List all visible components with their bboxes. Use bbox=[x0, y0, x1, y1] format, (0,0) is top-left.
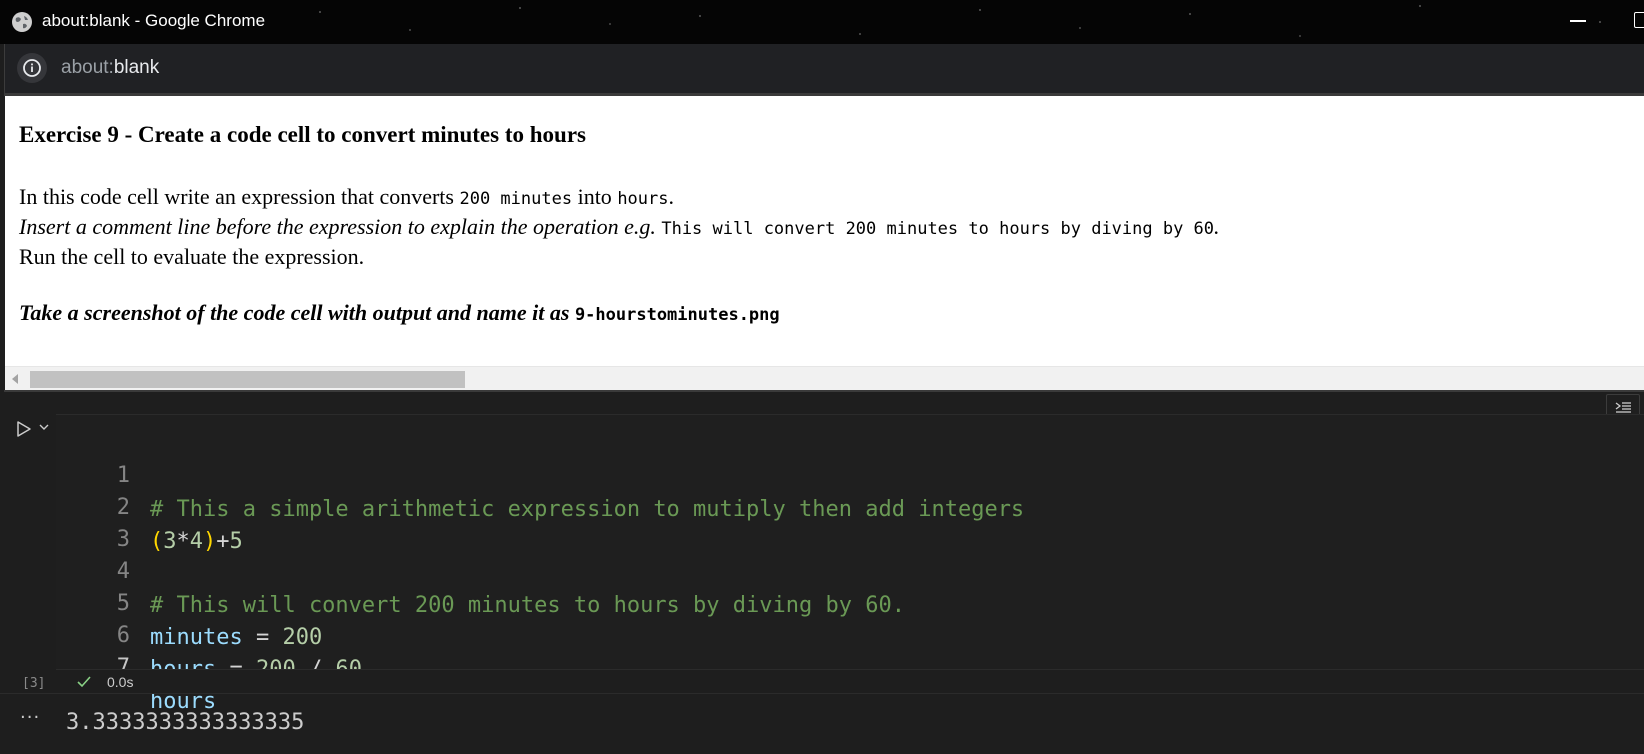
maximize-button[interactable] bbox=[1634, 12, 1644, 28]
url-scheme: about: bbox=[61, 57, 114, 78]
chevron-down-icon[interactable] bbox=[38, 422, 50, 432]
site-info-button[interactable] bbox=[17, 53, 47, 83]
notebook-cell: 1 # This a simple arithmetic expression … bbox=[0, 392, 1644, 754]
code-line: 1 # This a simple arithmetic expression … bbox=[56, 425, 1644, 522]
instruction-text: In this code cell write an expression th… bbox=[19, 184, 460, 209]
url-text[interactable]: about:blank bbox=[61, 57, 159, 79]
globe-icon bbox=[12, 12, 32, 32]
exercise-title: Exercise 9 - Create a code cell to conve… bbox=[19, 122, 586, 147]
cell-status-bar: 0.0s bbox=[56, 669, 1644, 694]
execution-time: 0.0s bbox=[107, 674, 134, 690]
code-line: 6 hours = 200 / 60 bbox=[56, 585, 1644, 682]
code-editor[interactable]: 1 # This a simple arithmetic expression … bbox=[56, 414, 1644, 714]
info-icon bbox=[23, 59, 41, 77]
code-line: 3 bbox=[56, 489, 1644, 552]
instruction-line-1: In this code cell write an expression th… bbox=[19, 184, 674, 210]
instruction-text: into bbox=[572, 184, 618, 209]
instruction-line-3: Run the cell to evaluate the expression. bbox=[19, 244, 365, 269]
inline-code: hours bbox=[617, 189, 669, 209]
execution-count: [3] bbox=[22, 676, 46, 691]
code-line: 4 # This will convert 200 minutes to hou… bbox=[56, 521, 1644, 618]
url-host: blank bbox=[113, 57, 160, 78]
window-titlebar: about:blank - Google Chrome bbox=[0, 0, 1644, 44]
instruction-text: . bbox=[1214, 214, 1220, 239]
cell-output: 3.3333333333333335 bbox=[66, 710, 305, 735]
horizontal-scrollbar[interactable] bbox=[5, 366, 1644, 391]
output-menu-button[interactable]: ... bbox=[20, 702, 40, 723]
code-line: 2 (3*4)+5 bbox=[56, 457, 1644, 554]
check-icon bbox=[77, 676, 91, 688]
run-cell-icon[interactable] bbox=[16, 420, 32, 438]
page-content: Exercise 9 - Create a code cell to conve… bbox=[5, 96, 1644, 366]
instruction-text: Take a screenshot of the code cell with … bbox=[19, 300, 575, 325]
instruction-text: Insert a comment line before the express… bbox=[19, 214, 662, 239]
code-line: 7 hours bbox=[56, 617, 1644, 714]
code-line: 5 minutes = 200 bbox=[56, 553, 1644, 650]
address-bar[interactable]: about:blank bbox=[4, 44, 1644, 93]
inline-code: 9-hourstominutes.png bbox=[574, 305, 780, 325]
inline-code: This will convert 200 minutes to hours b… bbox=[661, 219, 1215, 239]
instruction-text: . bbox=[668, 184, 675, 209]
window-title: about:blank - Google Chrome bbox=[42, 11, 266, 30]
scroll-left-arrow-icon[interactable] bbox=[12, 374, 18, 384]
divider bbox=[0, 693, 1644, 694]
instruction-line-4: Take a screenshot of the code cell with … bbox=[19, 300, 780, 326]
inline-code: 200 minutes bbox=[459, 189, 573, 209]
scrollbar-thumb[interactable] bbox=[30, 371, 465, 388]
minimize-button[interactable] bbox=[1570, 20, 1586, 22]
instruction-line-2: Insert a comment line before the express… bbox=[19, 214, 1220, 240]
